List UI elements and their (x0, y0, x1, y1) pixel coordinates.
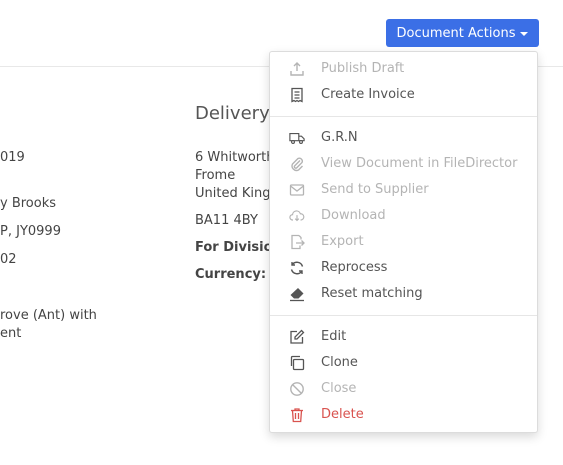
upload-icon (289, 61, 305, 77)
left-detail-line: rove (Ant) with (0, 308, 97, 323)
menu-item-create-invoice[interactable]: Create Invoice (270, 82, 537, 108)
menu-item-export[interactable]: Export (270, 229, 537, 255)
caret-down-icon (520, 32, 529, 36)
menu-item-publish-draft[interactable]: Publish Draft (270, 56, 537, 82)
menu-item-edit[interactable]: Edit (270, 324, 537, 350)
edit-icon (289, 329, 305, 345)
document-actions-label: Document Actions (396, 25, 516, 41)
left-detail-line: y Brooks (0, 196, 57, 211)
eraser-icon (289, 286, 305, 302)
refresh-icon (289, 260, 305, 276)
menu-item-label: Download (321, 208, 386, 223)
address-line: United Kingo (195, 186, 279, 201)
menu-item-view-document-filedirector[interactable]: View Document in FileDirector (270, 151, 537, 177)
receipt-icon (289, 87, 305, 103)
left-detail-line: ent (0, 326, 22, 341)
envelope-icon (289, 182, 305, 198)
menu-item-label: Delete (321, 407, 364, 422)
document-actions-menu: Publish Draft Create Invoice G.R.N View … (269, 51, 538, 433)
menu-item-label: G.R.N (321, 130, 358, 145)
menu-item-label: Clone (321, 355, 358, 370)
menu-item-label: Send to Supplier (321, 182, 429, 197)
clone-icon (289, 355, 305, 371)
menu-item-label: Create Invoice (321, 87, 415, 102)
trash-icon (289, 407, 305, 423)
left-detail-line: 02 (0, 252, 17, 267)
left-detail-line: P, JY0999 (0, 224, 61, 239)
paperclip-icon (289, 156, 305, 172)
menu-item-close[interactable]: Close (270, 376, 537, 402)
menu-item-label: Export (321, 234, 364, 249)
currency-row: Currency: P (195, 267, 278, 282)
left-detail-line: 019 (0, 150, 25, 165)
address-line: 6 Whitworth (195, 150, 275, 165)
menu-item-send-to-supplier[interactable]: Send to Supplier (270, 177, 537, 203)
truck-icon (289, 130, 305, 146)
document-actions-button[interactable]: Document Actions (386, 19, 539, 47)
menu-item-reset-matching[interactable]: Reset matching (270, 281, 537, 307)
menu-item-grn[interactable]: G.R.N (270, 125, 537, 151)
address-line: Frome (195, 168, 236, 183)
cloud-download-icon (289, 208, 305, 224)
menu-item-reprocess[interactable]: Reprocess (270, 255, 537, 281)
menu-divider (270, 116, 537, 117)
menu-item-label: Close (321, 381, 357, 396)
menu-item-label: View Document in FileDirector (321, 156, 518, 171)
ban-icon (289, 381, 305, 397)
menu-item-label: Reprocess (321, 260, 388, 275)
menu-divider (270, 315, 537, 316)
menu-item-download[interactable]: Download (270, 203, 537, 229)
menu-item-clone[interactable]: Clone (270, 350, 537, 376)
menu-item-label: Publish Draft (321, 61, 405, 76)
menu-item-delete[interactable]: Delete (270, 402, 537, 428)
export-icon (289, 234, 305, 250)
menu-item-label: Reset matching (321, 286, 423, 301)
menu-item-label: Edit (321, 329, 347, 344)
postcode: BA11 4BY (195, 213, 258, 228)
currency-label: Currency: (195, 267, 267, 282)
